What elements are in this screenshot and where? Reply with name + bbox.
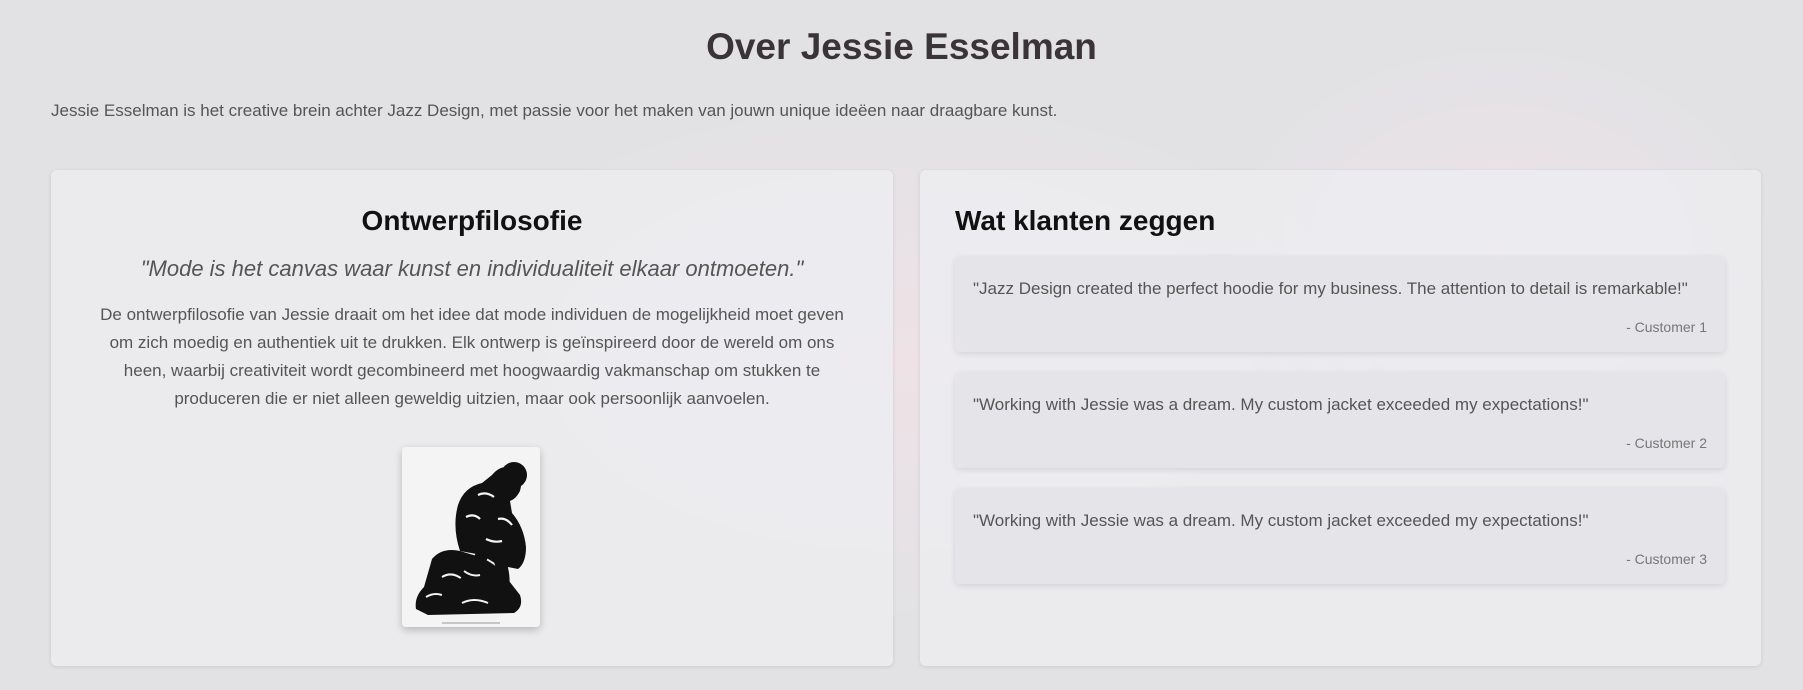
philosophy-quote: "Mode is het canvas waar kunst en indivi… <box>140 256 804 281</box>
testimonial-text: "Working with Jessie was a dream. My cus… <box>973 511 1589 530</box>
thinker-statue-image <box>402 447 540 627</box>
testimonial-text: "Jazz Design created the perfect hoodie … <box>973 279 1688 298</box>
intro-text: Jessie Esselman is het creative brein ac… <box>51 101 1058 120</box>
philosophy-text: De ontwerpfilosofie van Jessie draait om… <box>100 305 844 408</box>
testimonial-card: "Jazz Design created the perfect hoodie … <box>955 256 1725 352</box>
philosophy-card: Ontwerpfilosofie "Mode is het canvas waa… <box>51 170 893 666</box>
philosophy-heading: Ontwerpfilosofie <box>361 205 583 236</box>
testimonial-author: - Customer 2 <box>1626 435 1707 451</box>
thinker-statue-icon <box>402 447 540 627</box>
testimonial-card: "Working with Jessie was a dream. My cus… <box>955 372 1725 468</box>
testimonials-heading: Wat klanten zeggen <box>955 205 1216 236</box>
testimonial-author: - Customer 3 <box>1626 551 1707 567</box>
testimonial-author: - Customer 1 <box>1626 319 1707 335</box>
testimonial-card: "Working with Jessie was a dream. My cus… <box>955 488 1725 584</box>
testimonials-card: Wat klanten zeggen "Jazz Design created … <box>920 170 1761 666</box>
testimonial-text: "Working with Jessie was a dream. My cus… <box>973 395 1589 414</box>
page-title: Over Jessie Esselman <box>706 26 1097 67</box>
